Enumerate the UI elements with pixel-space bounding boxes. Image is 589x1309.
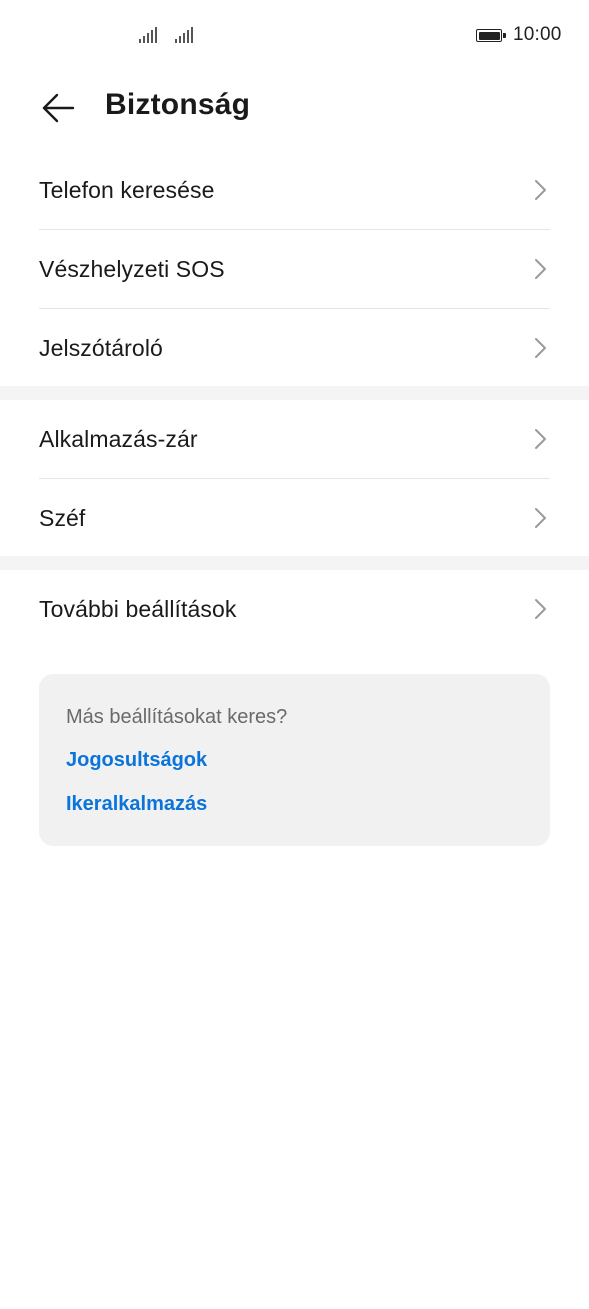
list-item-more-settings[interactable]: További beállítások xyxy=(39,570,550,648)
chevron-right-icon xyxy=(535,338,546,358)
settings-group-3: További beállítások xyxy=(0,570,589,648)
list-item-label: Vészhelyzeti SOS xyxy=(39,255,225,282)
chevron-right-icon xyxy=(535,508,546,528)
list-item-emergency-sos[interactable]: Vészhelyzeti SOS xyxy=(39,229,550,308)
app-twin-link[interactable]: Ikeralkalmazás xyxy=(66,793,207,816)
back-button[interactable] xyxy=(36,86,80,130)
chevron-right-icon xyxy=(535,259,546,279)
list-item-password-vault[interactable]: Jelszótároló xyxy=(39,308,550,387)
page-title: Biztonság xyxy=(105,88,251,121)
list-item-label: Alkalmazás-zár xyxy=(39,425,198,452)
list-item-label: Jelszótároló xyxy=(39,334,163,361)
list-item-app-lock[interactable]: Alkalmazás-zár xyxy=(39,400,550,478)
app-header: Biztonság xyxy=(0,72,589,144)
permissions-link[interactable]: Jogosultságok xyxy=(66,749,207,772)
arrow-left-icon xyxy=(42,93,75,123)
list-item-label: Telefon keresése xyxy=(39,176,215,203)
security-settings-screen: 10:00 Biztonság Telefon keresése Vészhel… xyxy=(0,0,589,1309)
battery-icon xyxy=(476,29,506,42)
group-divider xyxy=(0,386,589,400)
list-item-label: Széf xyxy=(39,504,86,531)
group-divider xyxy=(0,556,589,570)
settings-group-2: Alkalmazás-zár Széf xyxy=(0,400,589,557)
status-bar: 10:00 xyxy=(0,0,589,72)
signal-icon xyxy=(175,27,193,43)
chevron-right-icon xyxy=(535,180,546,200)
settings-group-1: Telefon keresése Vészhelyzeti SOS Jelszó… xyxy=(0,151,589,387)
signal-icon xyxy=(139,27,157,43)
suggestions-card: Más beállításokat keres? Jogosultságok I… xyxy=(39,674,550,846)
status-time: 10:00 xyxy=(513,24,562,45)
chevron-right-icon xyxy=(535,429,546,449)
list-item-label: További beállítások xyxy=(39,595,237,622)
chevron-right-icon xyxy=(535,599,546,619)
list-item-find-phone[interactable]: Telefon keresése xyxy=(39,151,550,229)
suggestions-question: Más beállításokat keres? xyxy=(66,706,288,728)
list-item-safe[interactable]: Széf xyxy=(39,478,550,557)
